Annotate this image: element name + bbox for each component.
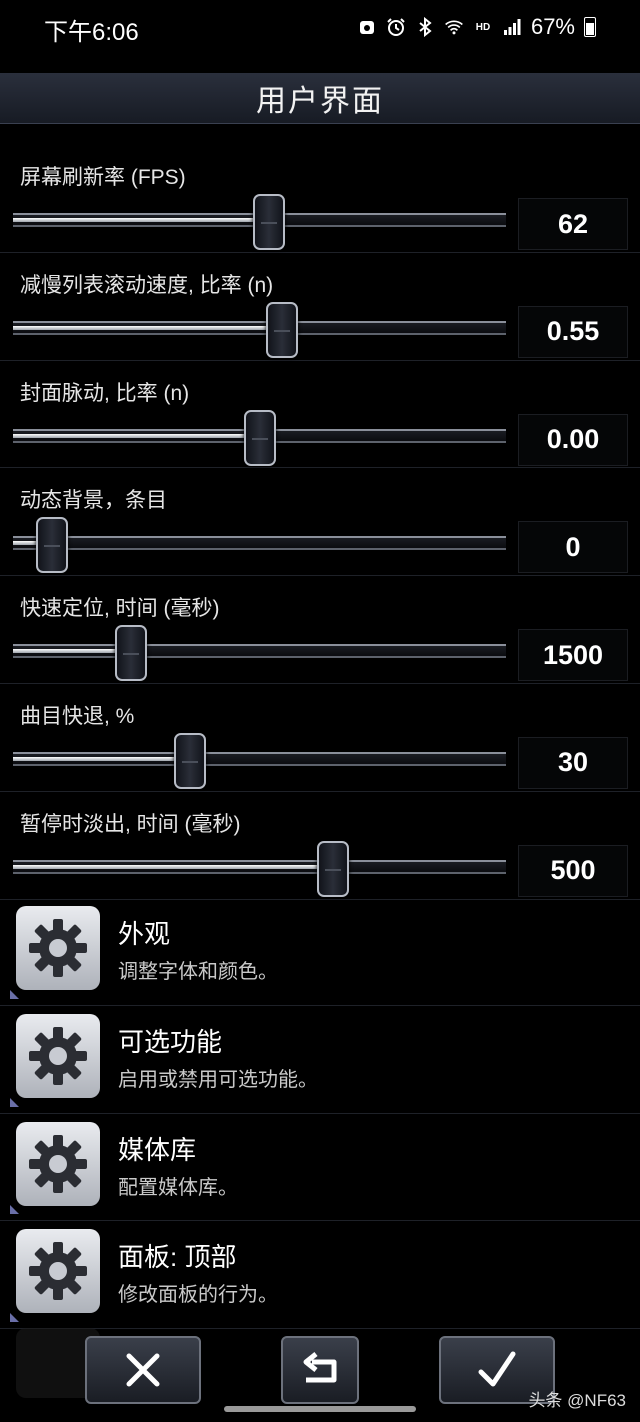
slider-thumb[interactable] bbox=[115, 625, 148, 682]
slider-label: 快速定位, 时间 (毫秒) bbox=[20, 597, 220, 621]
slider-row: 快速定位, 时间 (毫秒) 1500 bbox=[0, 576, 640, 684]
bluetooth-icon bbox=[415, 17, 435, 37]
battery-icon bbox=[584, 17, 596, 37]
gear-icon bbox=[16, 1121, 100, 1206]
wifi-icon bbox=[444, 17, 464, 37]
slider-track[interactable] bbox=[13, 320, 506, 335]
watermark: 头条 @NF63 bbox=[528, 1391, 626, 1410]
slider-value[interactable]: 0 bbox=[518, 521, 628, 574]
slider-thumb[interactable] bbox=[243, 409, 276, 466]
menu-item-subtitle: 调整字体和颜色。 bbox=[118, 961, 278, 983]
page-title: 用户界面 bbox=[256, 85, 384, 118]
slider-row: 曲目快退, % 30 bbox=[0, 684, 640, 792]
close-icon bbox=[126, 1353, 160, 1387]
gear-icon bbox=[16, 906, 100, 990]
check-icon bbox=[478, 1351, 516, 1387]
slider-thumb[interactable] bbox=[253, 194, 286, 250]
slider-thumb[interactable] bbox=[174, 732, 207, 789]
corner-marker bbox=[10, 989, 19, 999]
slider-label: 曲目快退, % bbox=[20, 704, 135, 728]
hd-icon: HD bbox=[475, 21, 491, 33]
menu-item-title: 媒体库 bbox=[118, 1134, 197, 1165]
slider-fill bbox=[13, 649, 132, 654]
slider-fill bbox=[13, 756, 191, 761]
slider-fill bbox=[13, 864, 334, 869]
slider-label: 屏幕刷新率 (FPS) bbox=[20, 166, 186, 189]
menu-item-subtitle: 配置媒体库。 bbox=[118, 1176, 238, 1199]
status-icons: HD 67% bbox=[357, 14, 596, 40]
slider-value[interactable]: 500 bbox=[518, 844, 628, 897]
battery-percent: 67% bbox=[530, 14, 575, 39]
app-notification-icon bbox=[357, 17, 377, 37]
slider-label: 减慢列表滚动速度, 比率 (n) bbox=[20, 273, 274, 297]
slider-label: 封面脉动, 比率 (n) bbox=[20, 381, 190, 405]
cancel-button[interactable] bbox=[85, 1336, 201, 1404]
slider-value[interactable]: 0.55 bbox=[518, 305, 628, 358]
slider-row: 屏幕刷新率 (FPS) 62 bbox=[0, 145, 640, 253]
corner-marker bbox=[10, 1313, 19, 1323]
slider-value[interactable]: 30 bbox=[518, 736, 628, 789]
menu-item-media-library[interactable]: 媒体库 配置媒体库。 bbox=[0, 1114, 640, 1222]
home-indicator[interactable] bbox=[224, 1406, 416, 1412]
slider-row: 暂停时淡出, 时间 (毫秒) 500 bbox=[0, 792, 640, 900]
slider-track[interactable] bbox=[13, 859, 506, 874]
menu-item-appearance[interactable]: 外观 调整字体和颜色。 bbox=[0, 898, 640, 1006]
gear-icon bbox=[16, 1229, 100, 1314]
slider-label: 暂停时淡出, 时间 (毫秒) bbox=[20, 812, 241, 836]
status-bar: 下午6:06 HD 67% bbox=[0, 0, 640, 56]
menu-item-panel-top[interactable]: 面板: 顶部 修改面板的行为。 bbox=[0, 1221, 640, 1330]
slider-fill bbox=[13, 433, 260, 438]
slider-track[interactable] bbox=[13, 751, 506, 766]
slider-value[interactable]: 0.00 bbox=[518, 413, 628, 466]
status-time: 下午6:06 bbox=[44, 19, 139, 46]
slider-fill bbox=[13, 325, 282, 330]
title-bar: 用户界面 bbox=[0, 73, 640, 124]
slider-label: 动态背景，条目 bbox=[20, 489, 167, 513]
slider-value[interactable]: 62 bbox=[518, 198, 628, 250]
slider-list: 屏幕刷新率 (FPS) 62 减慢列表滚动速度, 比率 (n) 0.55 封面脉… bbox=[0, 145, 640, 900]
gear-icon bbox=[16, 1013, 100, 1098]
slider-row: 动态背景，条目 0 bbox=[0, 468, 640, 577]
menu-item-title: 可选功能 bbox=[118, 1026, 223, 1057]
menu-item-title: 外观 bbox=[118, 919, 171, 949]
undo-icon bbox=[303, 1352, 337, 1383]
slider-track[interactable] bbox=[13, 536, 506, 551]
corner-marker bbox=[10, 1097, 19, 1107]
menu-item-title: 面板: 顶部 bbox=[118, 1242, 237, 1273]
slider-thumb[interactable] bbox=[317, 840, 350, 897]
slider-value[interactable]: 1500 bbox=[518, 629, 628, 682]
alarm-icon bbox=[386, 17, 406, 37]
settings-menu: 外观 调整字体和颜色。 可选功能 启用或禁用可选功能。 媒体库 配置媒体库。 面… bbox=[0, 898, 640, 1330]
slider-thumb[interactable] bbox=[265, 301, 298, 358]
slider-track[interactable] bbox=[13, 644, 506, 659]
slider-thumb[interactable] bbox=[36, 517, 69, 574]
slider-row: 减慢列表滚动速度, 比率 (n) 0.55 bbox=[0, 253, 640, 361]
menu-item-optional-features[interactable]: 可选功能 启用或禁用可选功能。 bbox=[0, 1006, 640, 1114]
cell-signal-icon bbox=[502, 17, 522, 37]
corner-marker bbox=[10, 1205, 19, 1215]
slider-row: 封面脉动, 比率 (n) 0.00 bbox=[0, 361, 640, 469]
undo-button[interactable] bbox=[281, 1336, 359, 1404]
menu-item-subtitle: 启用或禁用可选功能。 bbox=[118, 1068, 318, 1091]
slider-fill bbox=[13, 218, 270, 222]
menu-item-subtitle: 修改面板的行为。 bbox=[118, 1284, 278, 1307]
